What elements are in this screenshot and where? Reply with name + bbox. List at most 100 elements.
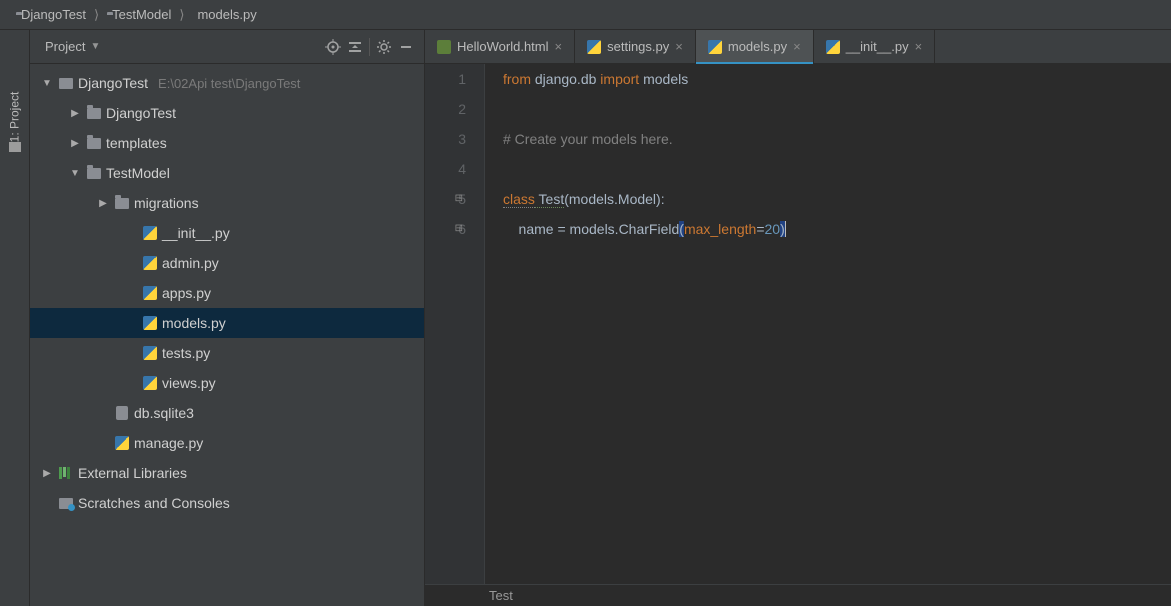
editor-tabs: HelloWorld.html×settings.py×models.py×__…	[425, 30, 1171, 64]
tree-item-label: __init__.py	[162, 225, 230, 241]
folder-icon	[87, 138, 101, 149]
expand-arrow-icon[interactable]	[40, 78, 54, 89]
tree-row[interactable]: admin.py	[30, 248, 424, 278]
py-icon	[143, 316, 157, 330]
project-title: Project	[45, 39, 85, 54]
chevron-right-icon	[94, 7, 99, 23]
tree-item-label: models.py	[162, 315, 226, 331]
chevron-right-icon	[179, 7, 184, 23]
tree-item-path: E:\02Api test\DjangoTest	[158, 76, 300, 91]
folder-icon	[87, 168, 101, 179]
tree-row[interactable]: manage.py	[30, 428, 424, 458]
breadcrumb-label: models.py	[197, 7, 256, 22]
expand-arrow-icon[interactable]	[68, 138, 82, 149]
chevron-down-icon: ▼	[90, 41, 100, 52]
tree-item-label: TestModel	[106, 165, 170, 181]
breadcrumb-item[interactable]: models.py	[186, 7, 262, 22]
tree-item-label: tests.py	[162, 345, 210, 361]
py-icon	[143, 346, 157, 360]
line-number: 2	[425, 94, 466, 124]
tree-row[interactable]: models.py	[30, 308, 424, 338]
py-icon	[143, 256, 157, 270]
expand-arrow-icon[interactable]	[40, 468, 54, 479]
line-number: 1	[425, 64, 466, 94]
tree-item-label: apps.py	[162, 285, 211, 301]
editor-tab[interactable]: __init__.py ×	[814, 30, 935, 63]
tree-row[interactable]: Scratches and Consoles	[30, 488, 424, 518]
separator	[369, 38, 370, 56]
tab-label: __init__.py	[846, 39, 909, 54]
project-tool-button[interactable]: 1: Project	[8, 92, 22, 143]
project-toolbar: Project ▼	[30, 30, 424, 64]
editor-tab[interactable]: settings.py ×	[575, 30, 696, 63]
tree-item-label: admin.py	[162, 255, 219, 271]
collapse-all-icon[interactable]	[347, 39, 363, 55]
minimize-icon[interactable]	[398, 39, 414, 55]
tree-item-label: db.sqlite3	[134, 405, 194, 421]
editor-tab[interactable]: HelloWorld.html ×	[425, 30, 575, 63]
open-icon	[59, 78, 73, 89]
code-content[interactable]: from django.db import models # Create yo…	[485, 64, 1171, 584]
tree-row[interactable]: __init__.py	[30, 218, 424, 248]
folder-icon	[87, 108, 101, 119]
folder-icon	[115, 198, 129, 209]
tree-row[interactable]: apps.py	[30, 278, 424, 308]
tree-row[interactable]: views.py	[30, 368, 424, 398]
tree-item-label: DjangoTest	[78, 75, 148, 91]
breadcrumb-item[interactable]: DjangoTest	[10, 7, 92, 22]
tab-label: settings.py	[607, 39, 669, 54]
close-icon[interactable]: ×	[675, 39, 683, 54]
py-file-icon	[587, 40, 601, 54]
tree-row[interactable]: DjangoTest	[30, 98, 424, 128]
lib-icon	[59, 467, 73, 479]
py-file-icon	[826, 40, 840, 54]
structure-tool-icon[interactable]	[9, 142, 21, 152]
tree-row[interactable]: db.sqlite3	[30, 398, 424, 428]
tree-item-label: views.py	[162, 375, 216, 391]
gear-icon[interactable]	[376, 39, 392, 55]
tree-row[interactable]: DjangoTest E:\02Api test\DjangoTest	[30, 68, 424, 98]
py-icon	[143, 286, 157, 300]
fold-marker-icon[interactable]: ⊟	[455, 214, 463, 244]
line-number: 4	[425, 154, 466, 184]
py-icon	[115, 436, 129, 450]
close-icon[interactable]: ×	[793, 39, 801, 54]
tree-row[interactable]: migrations	[30, 188, 424, 218]
breadcrumb-item[interactable]: TestModel	[101, 7, 177, 22]
close-icon[interactable]: ×	[915, 39, 923, 54]
breadcrumb-label: DjangoTest	[21, 7, 86, 22]
line-number: 3	[425, 124, 466, 154]
tree-row[interactable]: templates	[30, 128, 424, 158]
tree-item-label: External Libraries	[78, 465, 187, 481]
breadcrumb: DjangoTest TestModel models.py	[0, 0, 1171, 30]
expand-arrow-icon[interactable]	[68, 108, 82, 119]
project-tool-window: Project ▼ DjangoTest E:\02Api test\Django…	[30, 30, 425, 606]
breadcrumb-bottom[interactable]: Test	[425, 584, 1171, 606]
py-file-icon	[708, 40, 722, 54]
tool-window-stripe: 1: Project	[0, 30, 30, 606]
tree-row[interactable]: TestModel	[30, 158, 424, 188]
breadcrumb-label: TestModel	[112, 7, 171, 22]
py-icon	[143, 376, 157, 390]
project-tree[interactable]: DjangoTestE:\02Api test\DjangoTestDjango…	[30, 64, 424, 606]
tree-item-label: templates	[106, 135, 167, 151]
py-icon	[143, 226, 157, 240]
close-icon[interactable]: ×	[555, 39, 563, 54]
locate-icon[interactable]	[325, 39, 341, 55]
project-view-selector[interactable]: Project ▼	[40, 39, 319, 54]
fold-marker-icon[interactable]: ⊟	[455, 184, 463, 214]
html-file-icon	[437, 40, 451, 54]
tree-item-label: manage.py	[134, 435, 203, 451]
tree-item-label: migrations	[134, 195, 199, 211]
tab-label: models.py	[728, 39, 787, 54]
tab-label: HelloWorld.html	[457, 39, 549, 54]
tree-row[interactable]: tests.py	[30, 338, 424, 368]
expand-arrow-icon[interactable]	[68, 168, 82, 179]
expand-arrow-icon[interactable]	[96, 198, 110, 209]
tree-item-label: Scratches and Consoles	[78, 495, 230, 511]
code-editor[interactable]: 1 2 3 4 ⊟5 ⊟6 from django.db import mode…	[425, 64, 1171, 584]
tree-item-label: DjangoTest	[106, 105, 176, 121]
tree-row[interactable]: External Libraries	[30, 458, 424, 488]
editor-tab[interactable]: models.py ×	[696, 30, 814, 63]
scratch-icon	[59, 498, 73, 509]
